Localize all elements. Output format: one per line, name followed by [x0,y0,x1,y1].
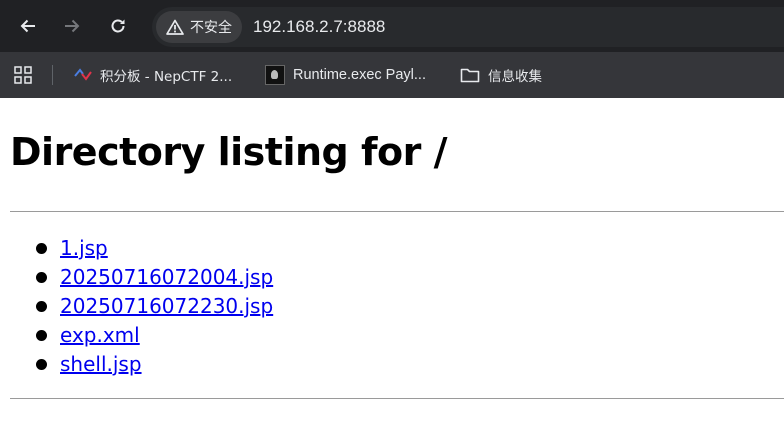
bookmark-label: Runtime.exec Payl... [293,67,426,83]
arrow-left-icon [20,19,35,33]
back-button[interactable] [13,11,43,41]
security-label: 不安全 [190,20,232,36]
bookmark-nepctf[interactable]: 积分板 - NepCTF 2... [74,52,232,98]
file-link[interactable]: exp.xml [60,323,140,347]
list-item: 1.jsp [35,234,273,263]
list-item: 20250716072004.jsp [35,263,273,292]
image-favicon-icon [265,65,285,85]
bookmark-runtime-exec[interactable]: Runtime.exec Payl... [265,52,426,98]
bookmark-label: 信息收集 [488,69,542,85]
file-link[interactable]: shell.jsp [60,352,142,376]
apps-button[interactable] [14,66,32,88]
file-list: 1.jsp 20250716072004.jsp 20250716072230.… [10,234,273,379]
reload-icon [111,19,125,33]
page-title: Directory listing for / [10,130,447,174]
forward-button[interactable] [57,11,87,41]
apps-grid-icon [14,66,32,84]
browser-toolbar: 不安全 192.168.2.7:8888 [0,0,784,52]
reload-button[interactable] [103,11,133,41]
bookmarks-separator [52,65,53,85]
ctf-favicon-icon [74,68,92,81]
list-item: 20250716072230.jsp [35,292,273,321]
security-chip[interactable]: 不安全 [156,11,242,43]
folder-icon [460,68,480,83]
address-bar[interactable]: 不安全 192.168.2.7:8888 [152,7,784,47]
list-item: shell.jsp [35,350,273,379]
bookmark-label: 积分板 - NepCTF 2... [100,69,233,85]
bookmarks-bar: 积分板 - NepCTF 2... Runtime.exec Payl... 信… [0,52,784,98]
url-text[interactable]: 192.168.2.7:8888 [253,17,385,37]
list-item: exp.xml [35,321,273,350]
bookmark-folder[interactable]: 信息收集 [460,52,542,98]
file-link[interactable]: 20250716072004.jsp [60,265,273,289]
warning-icon [166,19,184,35]
divider-bottom [10,398,784,399]
divider-top [10,211,784,212]
file-link[interactable]: 20250716072230.jsp [60,294,273,318]
file-link[interactable]: 1.jsp [60,236,108,260]
arrow-right-icon [65,19,80,33]
